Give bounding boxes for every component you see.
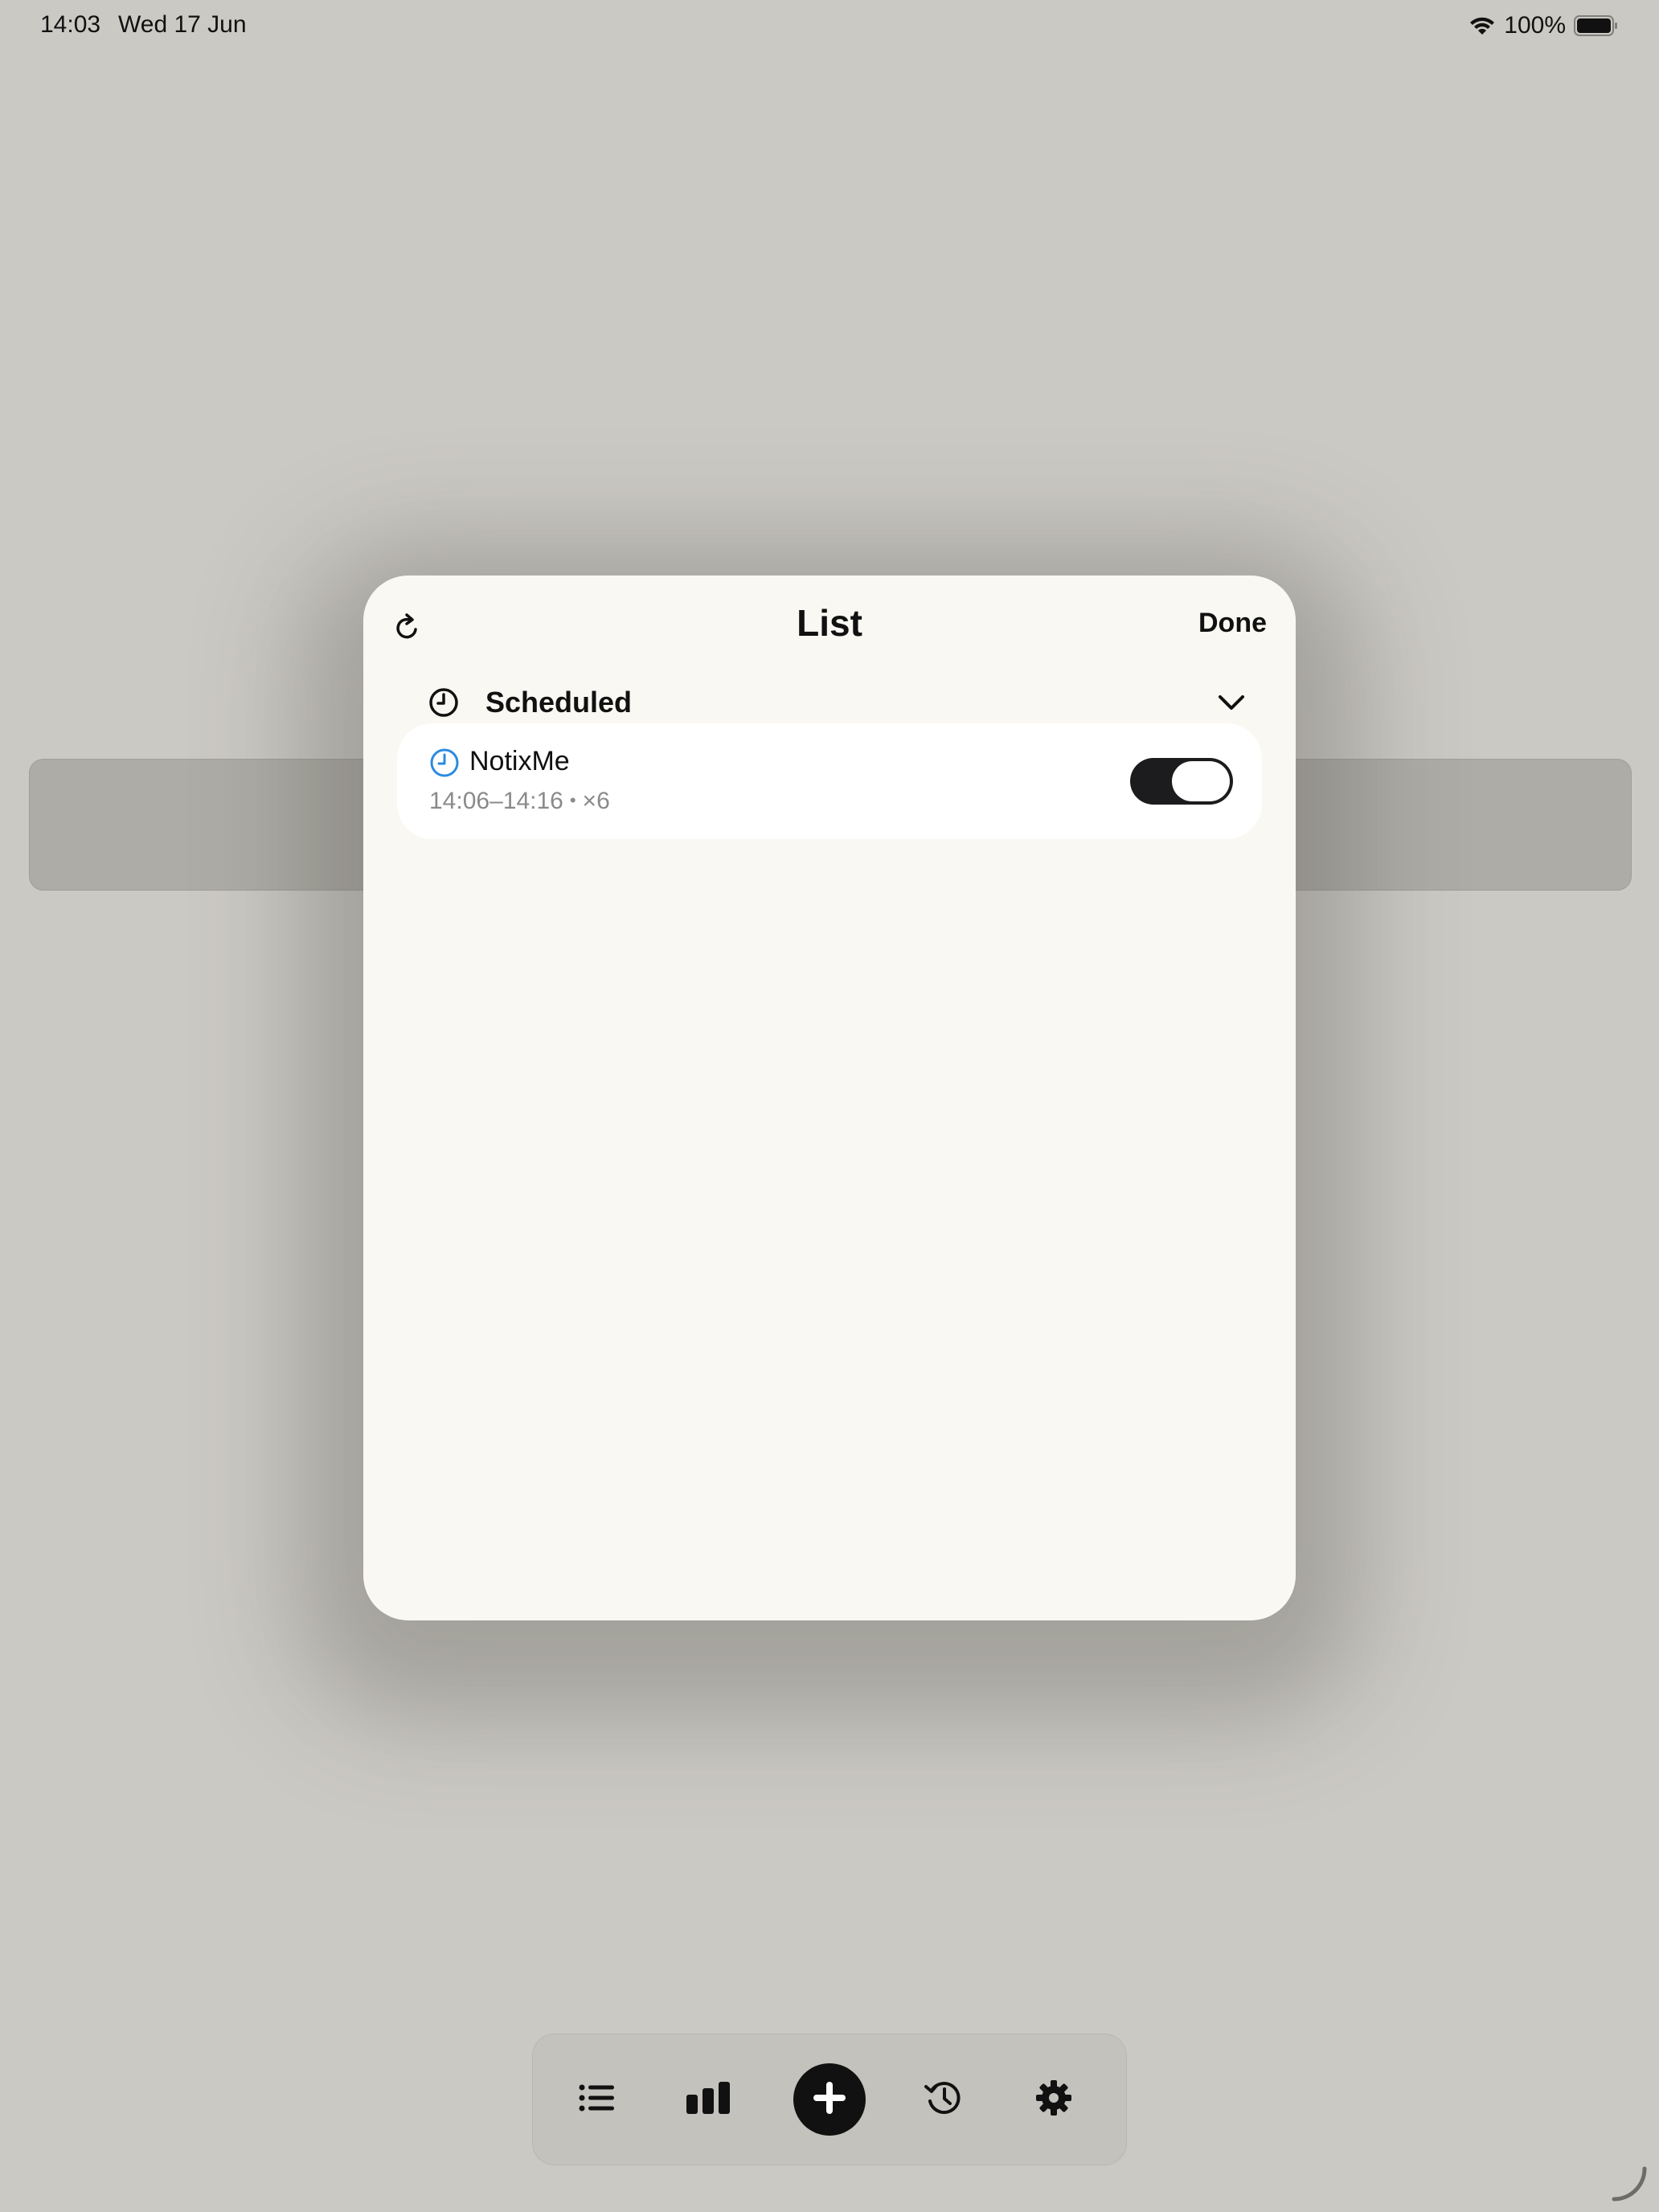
clock-icon xyxy=(428,686,460,719)
list-item[interactable]: NotixMe 14:06–14:16 • ×6 xyxy=(397,723,1262,839)
item-enabled-toggle[interactable] xyxy=(1130,758,1233,805)
tab-list[interactable] xyxy=(565,2034,629,2165)
chevron-down-icon[interactable] xyxy=(1215,686,1247,719)
resize-handle-icon[interactable] xyxy=(1609,2164,1649,2204)
tab-settings[interactable] xyxy=(1022,2034,1086,2165)
status-indicators: 100% xyxy=(1469,10,1619,42)
sheet-title: List xyxy=(797,602,862,644)
list-icon xyxy=(579,2083,616,2116)
add-button[interactable] xyxy=(793,2063,866,2136)
toggle-knob xyxy=(1172,761,1230,801)
history-icon xyxy=(924,2079,962,2120)
item-schedule: 14:06–14:16 • ×6 xyxy=(429,788,610,815)
wifi-icon xyxy=(1469,14,1496,37)
tab-stats[interactable] xyxy=(676,2034,740,2165)
tab-bar xyxy=(532,2034,1127,2165)
item-count: ×6 xyxy=(582,788,610,814)
battery-icon xyxy=(1574,14,1619,37)
bar-chart-icon xyxy=(686,2081,730,2118)
tab-add[interactable] xyxy=(793,2034,866,2165)
status-date: Wed 17 Jun xyxy=(118,11,247,38)
gear-icon xyxy=(1035,2079,1072,2120)
battery-percentage: 100% xyxy=(1504,12,1566,39)
section-title: Scheduled xyxy=(485,686,633,719)
clock-icon xyxy=(429,748,460,778)
status-time: 14:03 xyxy=(40,11,101,38)
done-button[interactable]: Done xyxy=(1198,608,1267,639)
list-sheet: List Done Scheduled NotixMe 14:06–14:16 •… xyxy=(363,576,1296,1620)
item-title: NotixMe xyxy=(469,746,570,776)
plus-icon xyxy=(812,2080,847,2120)
tab-history[interactable] xyxy=(911,2034,975,2165)
item-separator: • xyxy=(569,790,576,810)
item-time-range: 14:06–14:16 xyxy=(429,788,563,814)
status-bar: 14:03 Wed 17 Jun 100% xyxy=(0,0,1659,51)
